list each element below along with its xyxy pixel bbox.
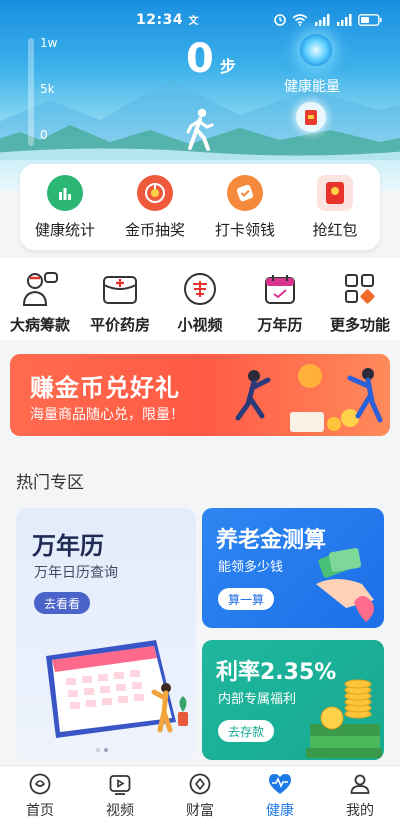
banner-title: 赚金币兑好礼	[30, 374, 180, 402]
rate-card-subtitle: 内部专属福利	[218, 692, 297, 707]
calendar-illustration	[46, 640, 188, 738]
rate-card-button[interactable]: 去存款	[218, 720, 275, 742]
promo-banner[interactable]: 赚金币兑好礼 海量商品随心兑，限量！	[10, 354, 390, 436]
lottery-wheel-icon	[137, 174, 173, 211]
calendar-card-button[interactable]: 去看看	[34, 592, 91, 614]
pharmacy-icon	[101, 270, 139, 308]
calendar-icon	[261, 270, 299, 308]
service-critical-illness-fund[interactable]: 大病筹款	[2, 270, 78, 335]
battery-icon	[358, 14, 382, 26]
wealth-icon	[189, 773, 211, 794]
pension-card-button[interactable]: 算一算	[218, 588, 275, 610]
quick-action-health-stats[interactable]: 健康统计	[24, 174, 106, 240]
walking-person-icon	[186, 108, 214, 151]
hot-section-title: 热门专区	[16, 473, 84, 493]
status-time: 12:34 文	[136, 12, 199, 28]
banner-illustration	[235, 364, 383, 432]
energy-label: 健康能量	[284, 79, 340, 95]
scale-label-top: 1w	[40, 36, 58, 50]
pension-card[interactable]: 养老金测算 能领多少钱 算一算	[202, 508, 384, 628]
service-short-video[interactable]: 小视频	[162, 270, 238, 335]
carousel-dots	[96, 748, 108, 752]
tab-health[interactable]: 健康	[245, 772, 315, 820]
step-count-unit: 步	[219, 57, 236, 76]
red-envelope-button[interactable]	[296, 102, 326, 132]
calendar-card[interactable]: 万年历 万年日历查询 去看看	[16, 508, 196, 760]
cellular-signal-2-icon	[337, 14, 352, 26]
step-scale-bar	[28, 38, 34, 146]
heart-pulse-icon	[269, 773, 291, 794]
alarm-icon	[274, 14, 286, 26]
red-envelope-icon	[305, 109, 317, 125]
quick-action-red-packet[interactable]: 抢红包	[294, 174, 376, 240]
services-row: 大病筹款 平价药房 小视频 万年历 更多功能	[0, 258, 400, 340]
quick-action-check-in[interactable]: 打卡领钱	[204, 174, 286, 240]
tab-video[interactable]: 视频	[85, 772, 155, 820]
profile-icon	[350, 774, 370, 794]
short-video-icon	[181, 270, 219, 308]
step-count-value: 0	[186, 36, 214, 82]
hero-header: 12:34 文 1w 5k 0 0 步 健康能量	[0, 0, 400, 190]
pension-illustration	[316, 548, 374, 622]
scale-label-bottom: 0	[40, 128, 48, 142]
bottom-tab-bar: 首页 视频 财富 健康 我的	[0, 765, 400, 825]
tab-wealth[interactable]: 财富	[165, 772, 235, 820]
quick-action-lottery[interactable]: 金币抽奖	[114, 174, 196, 240]
tab-profile[interactable]: 我的	[325, 772, 395, 820]
step-counter: 0 步	[186, 36, 236, 82]
energy-orb-icon[interactable]	[300, 34, 332, 66]
home-icon	[29, 773, 51, 794]
status-bar: 12:34 文	[0, 10, 400, 32]
cellular-signal-icon	[315, 14, 330, 26]
service-pharmacy[interactable]: 平价药房	[82, 270, 158, 335]
wifi-icon	[292, 14, 308, 26]
money-stack-illustration	[306, 679, 382, 758]
banner-subtitle: 海量商品随心兑，限量！	[30, 407, 184, 423]
check-in-icon	[227, 174, 263, 211]
calendar-card-subtitle: 万年日历查询	[34, 565, 118, 581]
doctor-icon	[21, 270, 59, 308]
video-icon	[109, 774, 131, 795]
more-grid-icon	[341, 270, 379, 308]
bar-chart-icon	[47, 174, 83, 211]
interest-rate-card[interactable]: 利率2.35% 内部专属福利 去存款	[202, 640, 384, 760]
pension-card-subtitle: 能领多少钱	[218, 560, 284, 575]
service-calendar[interactable]: 万年历	[242, 270, 318, 335]
calendar-card-title: 万年历	[32, 532, 104, 560]
scale-label-mid: 5k	[40, 82, 55, 96]
tab-home[interactable]: 首页	[5, 772, 75, 820]
quick-actions-card: 健康统计 金币抽奖 打卡领钱 抢红包	[20, 164, 380, 250]
red-packet-icon	[317, 174, 353, 211]
service-more-functions[interactable]: 更多功能	[322, 270, 398, 335]
